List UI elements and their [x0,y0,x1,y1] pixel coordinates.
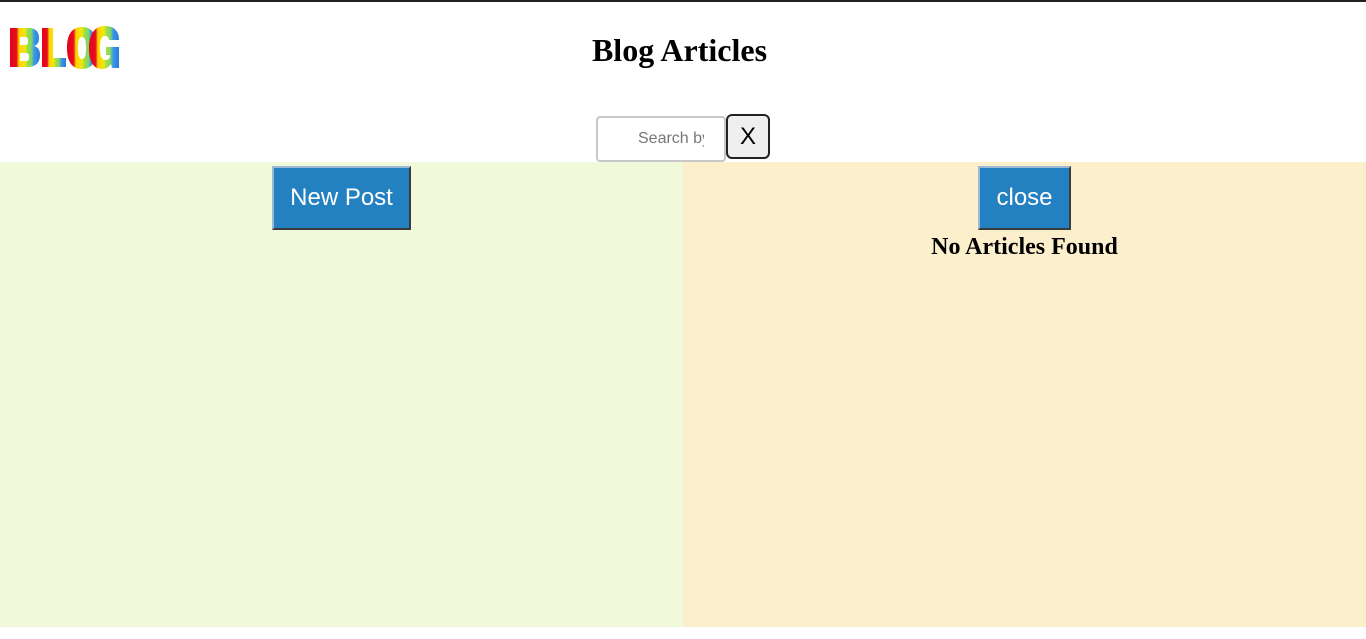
page-title: Blog Articles [591,32,768,68]
top-border [0,0,1366,2]
search-input[interactable] [596,116,726,162]
clear-search-button[interactable]: X [726,114,770,159]
close-button[interactable]: close [978,166,1071,230]
new-post-panel: New Post [0,162,683,627]
articles-panel: close No Articles Found [683,162,1366,627]
new-post-button[interactable]: New Post [272,166,411,230]
empty-state-message: No Articles Found [931,234,1118,260]
